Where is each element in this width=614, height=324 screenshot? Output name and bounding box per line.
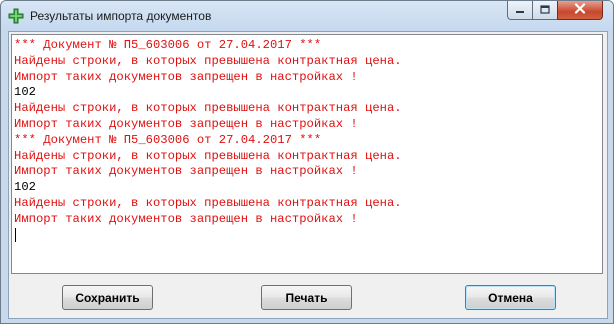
log-line: Импорт таких документов запрещен в настр… [14,211,358,226]
log-line: Найдены строки, в которых превышена конт… [14,195,402,210]
log-lines: *** Документ № П5_603006 от 27.04.2017 *… [14,38,402,228]
cancel-button[interactable]: Отмена [465,285,556,310]
green-cross-icon [8,8,24,24]
maximize-button[interactable] [532,1,558,20]
log-line: Импорт таких документов запрещен в настр… [14,164,358,179]
minimize-icon [515,1,525,19]
log-line: 102 [14,180,36,195]
print-button[interactable]: Печать [261,285,352,310]
import-results-window: Результаты импорта документов *** Докуме… [0,0,614,324]
log-line: *** Документ № П5_603006 от 27.04.2017 *… [14,38,322,52]
save-button[interactable]: Сохранить [62,285,153,310]
close-button[interactable] [557,1,603,20]
log-line: 102 [14,85,36,100]
log-line: Найдены строки, в которых превышена конт… [14,148,402,163]
window-title: Результаты импорта документов [30,9,212,23]
close-icon [574,1,586,19]
dialog-body: *** Документ № П5_603006 от 27.04.2017 *… [8,31,608,319]
minimize-button[interactable] [507,1,533,20]
log-line: *** Документ № П5_603006 от 27.04.2017 *… [14,132,322,147]
log-line: Импорт таких документов запрещен в настр… [14,69,358,84]
maximize-icon [540,1,550,19]
log-line: Найдены строки, в которых превышена конт… [14,101,402,116]
import-log-textarea[interactable]: *** Документ № П5_603006 от 27.04.2017 *… [11,34,603,274]
text-caret [15,228,16,242]
log-line: Найдены строки, в которых превышена конт… [14,53,402,68]
title-bar[interactable]: Результаты импорта документов [1,1,613,31]
log-line: Импорт таких документов запрещен в настр… [14,116,358,131]
